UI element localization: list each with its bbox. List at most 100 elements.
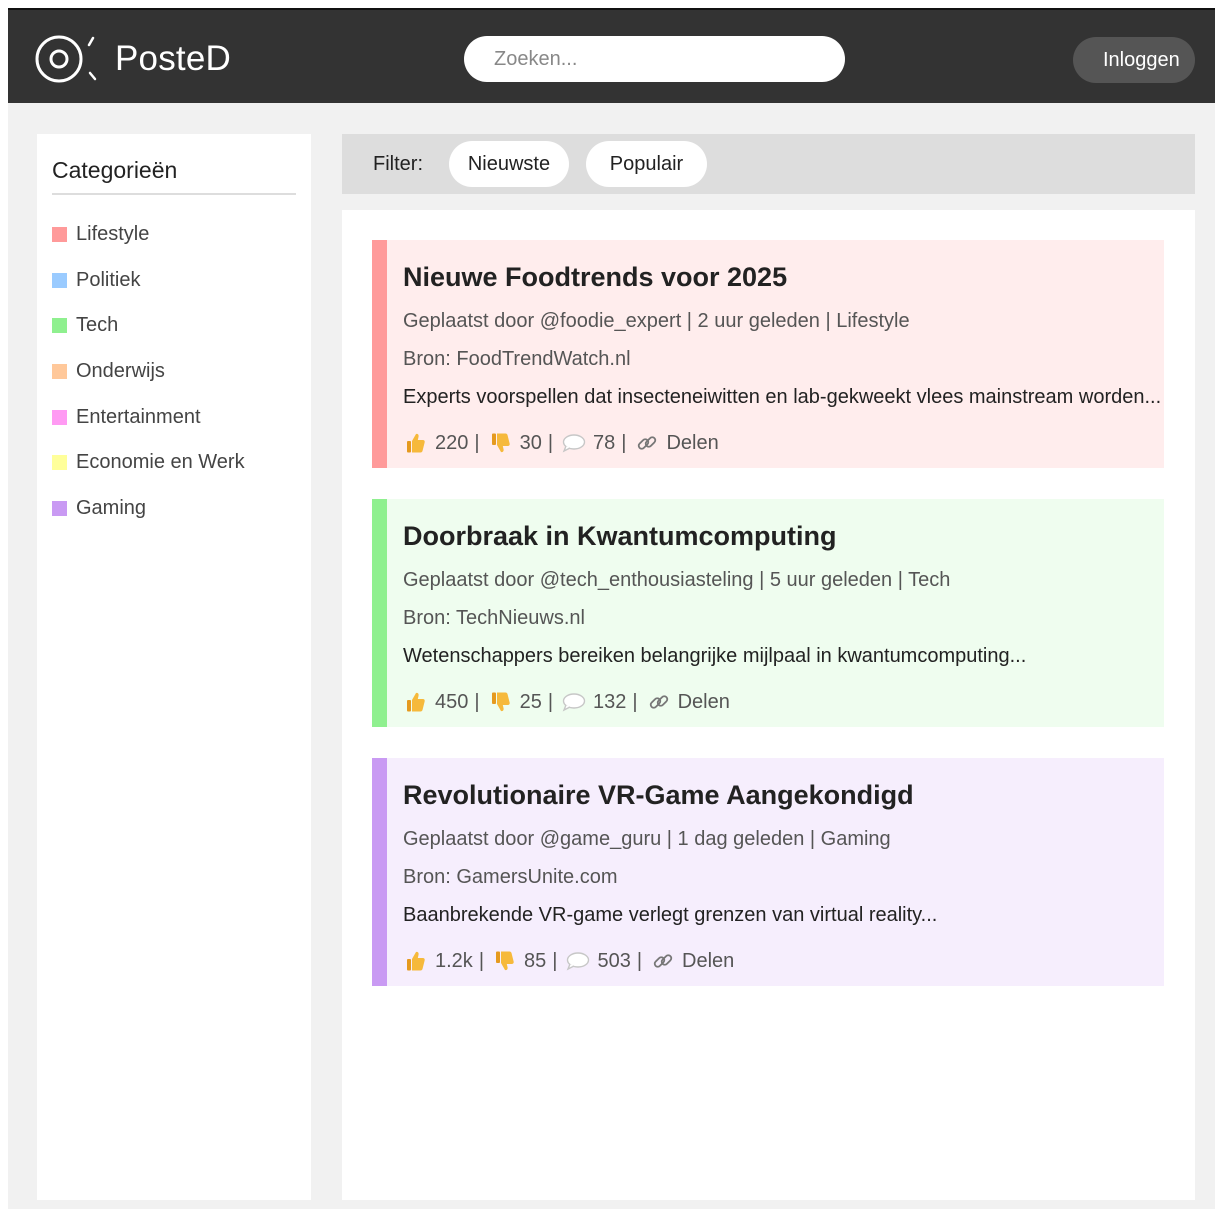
sidebar-title: Categorieën [52, 157, 178, 183]
post-excerpt: Baanbrekende VR-game verlegt grenzen van… [403, 904, 938, 926]
comment-count: 132 [593, 690, 627, 713]
post-title[interactable]: Doorbraak in Kwantumcomputing [403, 521, 1164, 568]
post-category-bar [372, 758, 387, 986]
dislike-count: 30 [519, 431, 542, 454]
top-navigation-bar: PosteD Inloggen [8, 8, 1215, 103]
filter-newest-button[interactable]: Nieuwste [449, 141, 569, 187]
share-label: Delen [682, 949, 735, 972]
link-icon [650, 949, 676, 973]
like-button[interactable]: 1.2k [403, 949, 473, 973]
logo-icon [35, 32, 103, 86]
post-source: Bron: GamersUnite.com [403, 866, 618, 888]
category-label: Politiek [76, 268, 141, 291]
category-item-entertainment[interactable]: Entertainment [52, 394, 245, 440]
comment-count: 78 [593, 431, 616, 454]
category-swatch [52, 364, 67, 380]
post-actions: 450 | 25 | 132 | Delen [403, 690, 1164, 714]
like-button[interactable]: 220 [403, 431, 468, 455]
post-meta: Geplaatst door @foodie_expert | 2 uur ge… [403, 310, 910, 332]
filter-bar: Filter: Nieuwste Populair [342, 134, 1195, 194]
comment-bubble-icon [561, 690, 587, 714]
post-card[interactable]: Revolutionaire VR-Game Aangekondigd Gepl… [372, 758, 1164, 986]
sidebar-divider [52, 193, 296, 195]
category-swatch [52, 409, 67, 425]
separator: | [474, 690, 480, 713]
category-item-onderwijs[interactable]: Onderwijs [52, 349, 245, 395]
separator: | [621, 431, 627, 454]
post-card[interactable]: Nieuwe Foodtrends voor 2025 Geplaatst do… [372, 240, 1164, 468]
filter-label: Filter: [373, 153, 423, 175]
categories-sidebar: Categorieën Lifestyle Politiek Tech Onde… [37, 134, 311, 1200]
category-swatch [52, 500, 67, 516]
thumbs-down-icon [492, 949, 518, 973]
post-meta: Geplaatst door @game_guru | 1 dag gelede… [403, 828, 891, 850]
dislike-button[interactable]: 25 [488, 690, 542, 714]
comment-button[interactable]: 132 [561, 690, 626, 714]
category-item-lifestyle[interactable]: Lifestyle [52, 212, 245, 258]
separator: | [632, 690, 638, 713]
post-feed: Nieuwe Foodtrends voor 2025 Geplaatst do… [342, 210, 1195, 1200]
search-input[interactable] [464, 36, 845, 82]
post-excerpt: Wetenschappers bereiken belangrijke mijl… [403, 645, 1027, 667]
filter-popular-button[interactable]: Populair [586, 141, 707, 187]
category-swatch [52, 272, 67, 288]
category-item-gaming[interactable]: Gaming [52, 486, 245, 532]
like-count: 1.2k [435, 949, 473, 972]
post-actions: 1.2k | 85 | 503 | Delen [403, 949, 1164, 973]
post-category-bar [372, 499, 387, 727]
thumbs-down-icon [488, 431, 514, 455]
like-button[interactable]: 450 [403, 690, 468, 714]
post-title[interactable]: Revolutionaire VR-Game Aangekondigd [403, 780, 1164, 827]
share-button[interactable]: Delen [634, 431, 719, 455]
category-label: Tech [76, 314, 119, 337]
dislike-button[interactable]: 30 [488, 431, 542, 455]
post-excerpt: Experts voorspellen dat insecteneiwitten… [403, 386, 1162, 408]
post-category-bar [372, 240, 387, 468]
post-source: Bron: FoodTrendWatch.nl [403, 348, 631, 370]
category-item-politiek[interactable]: Politiek [52, 258, 245, 304]
category-swatch [52, 455, 67, 471]
post-title[interactable]: Nieuwe Foodtrends voor 2025 [403, 262, 1164, 309]
link-icon [646, 690, 672, 714]
category-label: Entertainment [76, 405, 201, 428]
separator: | [547, 690, 554, 713]
category-swatch [52, 227, 67, 243]
share-label: Delen [666, 431, 719, 454]
dislike-count: 85 [524, 949, 547, 972]
category-swatch [52, 318, 67, 334]
category-label: Economie en Werk [76, 451, 245, 474]
logo[interactable]: PosteD [35, 32, 231, 86]
category-label: Lifestyle [76, 223, 150, 246]
thumbs-down-icon [488, 690, 514, 714]
comment-bubble-icon [565, 949, 591, 973]
category-label: Onderwijs [76, 360, 165, 383]
separator: | [478, 949, 485, 972]
separator: | [474, 431, 480, 454]
thumbs-up-icon [403, 949, 429, 973]
comment-button[interactable]: 78 [561, 431, 615, 455]
share-label: Delen [677, 690, 730, 713]
category-item-tech[interactable]: Tech [52, 303, 245, 349]
post-actions: 220 | 30 | 78 | Delen [403, 431, 1164, 455]
thumbs-up-icon [403, 690, 429, 714]
category-item-economie-en-werk[interactable]: Economie en Werk [52, 440, 245, 486]
comment-button[interactable]: 503 [565, 949, 631, 973]
dislike-button[interactable]: 85 [492, 949, 546, 973]
separator: | [547, 431, 554, 454]
login-button[interactable]: Inloggen [1073, 37, 1195, 83]
comment-count: 503 [597, 949, 631, 972]
like-count: 220 [435, 431, 469, 454]
share-button[interactable]: Delen [650, 949, 734, 973]
thumbs-up-icon [403, 431, 429, 455]
separator: | [636, 949, 643, 972]
category-list: Lifestyle Politiek Tech Onderwijs Entert… [52, 212, 245, 531]
share-button[interactable]: Delen [646, 690, 730, 714]
comment-bubble-icon [561, 431, 587, 455]
category-label: Gaming [76, 496, 147, 519]
link-icon [634, 431, 660, 455]
post-card[interactable]: Doorbraak in Kwantumcomputing Geplaatst … [372, 499, 1164, 727]
post-source: Bron: TechNieuws.nl [403, 607, 585, 629]
like-count: 450 [435, 690, 469, 713]
dislike-count: 25 [519, 690, 542, 713]
post-meta: Geplaatst door @tech_enthousiasteling | … [403, 569, 951, 591]
